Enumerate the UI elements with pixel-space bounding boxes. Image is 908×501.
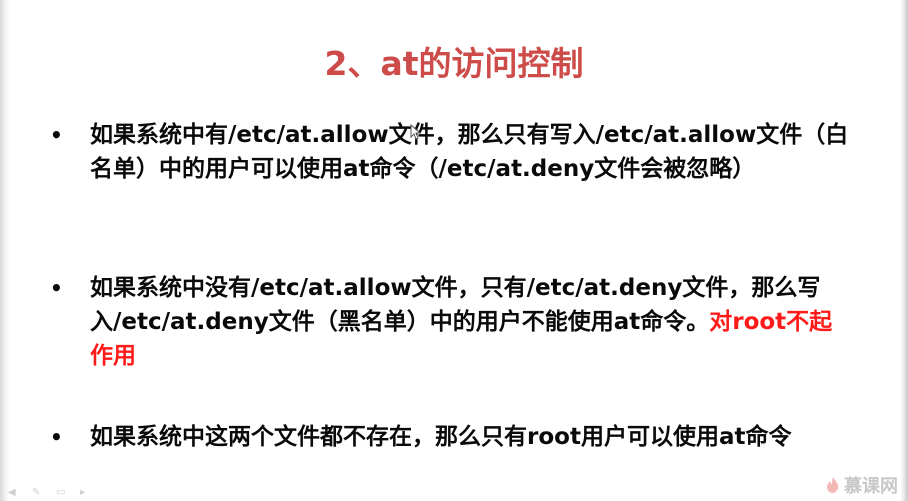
presentation-slide: 2、at的访问控制 • 如果系统中有/etc/at.allow文件，那么只有写入… xyxy=(0,0,908,501)
back-arrow-icon[interactable]: ◀ xyxy=(8,488,22,498)
mouse-cursor-icon xyxy=(410,124,422,140)
bullet-text-3: 如果系统中这两个文件都不存在，那么只有root用户可以使用at命令 xyxy=(90,424,792,450)
watermark-text: 慕课网 xyxy=(844,476,898,497)
bullet-item-1: • 如果系统中有/etc/at.allow文件，那么只有写入/etc/at.al… xyxy=(50,118,850,186)
slides-icon[interactable]: ▭ xyxy=(56,488,70,498)
bullet-text-1: 如果系统中有/etc/at.allow文件，那么只有写入/etc/at.allo… xyxy=(90,122,849,182)
flame-logo-icon xyxy=(827,477,839,493)
bullet-text-2: 如果系统中没有/etc/at.allow文件，只有/etc/at.deny文件，… xyxy=(90,271,850,373)
bullet-item-3: • 如果系统中这两个文件都不存在，那么只有root用户可以使用at命令 xyxy=(50,420,850,454)
bullet-marker: • xyxy=(50,123,63,147)
menu-icon[interactable]: ▸ xyxy=(80,488,94,498)
slide-title: 2、at的访问控制 xyxy=(324,44,584,83)
pen-icon[interactable]: ✎ xyxy=(32,488,46,498)
bullet-item-2: • 如果系统中没有/etc/at.allow文件，只有/etc/at.deny文… xyxy=(50,271,850,373)
watermark: 慕课网 xyxy=(826,472,898,498)
slideshow-toolbar: ◀ ✎ ▭ ▸ xyxy=(8,487,94,499)
bullet-marker: • xyxy=(50,425,63,449)
bullet-marker: • xyxy=(50,276,63,300)
